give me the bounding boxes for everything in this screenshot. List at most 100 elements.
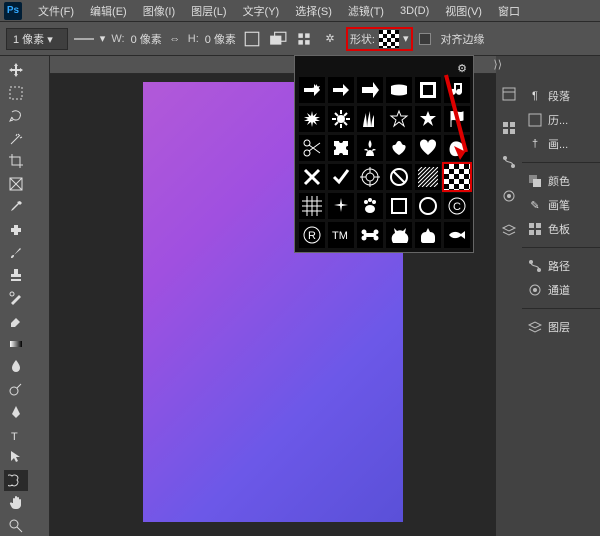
- shape-grid[interactable]: [299, 193, 325, 219]
- menu-file[interactable]: 文件(F): [30, 3, 82, 19]
- shape-bone[interactable]: [357, 222, 383, 248]
- panel-channels[interactable]: 通道: [522, 278, 600, 302]
- stroke-width-select[interactable]: 1 像素 ▾: [6, 28, 68, 50]
- align-edges-checkbox[interactable]: [419, 33, 431, 45]
- collapsed-panel-bar: [496, 56, 522, 536]
- hand-tool[interactable]: [4, 493, 28, 514]
- shape-square-outline[interactable]: [386, 193, 412, 219]
- shape-grass[interactable]: [357, 106, 383, 132]
- zoom-tool[interactable]: [4, 515, 28, 536]
- stroke-style-swatch[interactable]: [74, 38, 94, 40]
- shape-check[interactable]: [328, 164, 354, 190]
- shape-banner[interactable]: [386, 77, 412, 103]
- layers-panel-icon[interactable]: [501, 222, 517, 238]
- link-icon[interactable]: ⇔: [168, 32, 182, 46]
- paths-panel-icon[interactable]: [501, 154, 517, 170]
- shape-checker[interactable]: [444, 164, 470, 190]
- shape-paw[interactable]: [357, 193, 383, 219]
- swatches-panel-icon[interactable]: [501, 120, 517, 136]
- panel-swatches[interactable]: 色板: [522, 217, 600, 241]
- eraser-tool[interactable]: [4, 310, 28, 331]
- width-value[interactable]: 0 像素: [131, 31, 162, 47]
- shape-sparkle[interactable]: [328, 193, 354, 219]
- menu-select[interactable]: 选择(S): [287, 3, 340, 19]
- path-arrange-icon[interactable]: [268, 29, 288, 49]
- pen-tool[interactable]: [4, 401, 28, 422]
- channels-panel-icon[interactable]: [501, 188, 517, 204]
- height-value[interactable]: 0 像素: [205, 31, 236, 47]
- dodge-tool[interactable]: [4, 379, 28, 400]
- ruler-vertical[interactable]: [32, 56, 50, 536]
- menu-edit[interactable]: 编辑(E): [82, 3, 135, 19]
- shape-nosign[interactable]: [386, 164, 412, 190]
- menu-window[interactable]: 窗口: [490, 3, 528, 19]
- frame-tool[interactable]: [4, 174, 28, 195]
- shape-arrow3[interactable]: [357, 77, 383, 103]
- shape-registered[interactable]: R: [299, 222, 325, 248]
- shape-heart[interactable]: [415, 135, 441, 161]
- path-select-tool[interactable]: [4, 447, 28, 468]
- shape-tm[interactable]: TM: [328, 222, 354, 248]
- heal-tool[interactable]: [4, 219, 28, 240]
- history-brush-tool[interactable]: [4, 288, 28, 309]
- marquee-tool[interactable]: [4, 83, 28, 104]
- shape-fleur[interactable]: [357, 135, 383, 161]
- shape-music[interactable]: [444, 77, 470, 103]
- shape-flag[interactable]: [444, 106, 470, 132]
- path-options-icon[interactable]: [294, 29, 314, 49]
- shape-puzzle[interactable]: [328, 135, 354, 161]
- panel-color[interactable]: 颜色: [522, 162, 600, 193]
- panel-layers[interactable]: 图层: [522, 308, 600, 339]
- shape-picker-highlight: 形状: ▾: [346, 27, 413, 51]
- gear-icon[interactable]: ✲: [320, 29, 340, 49]
- menu-3d[interactable]: 3D(D): [392, 5, 437, 17]
- shape-burst2[interactable]: [328, 106, 354, 132]
- type-tool[interactable]: T: [4, 424, 28, 445]
- shape-x[interactable]: [299, 164, 325, 190]
- panel-brushes[interactable]: ✎画笔: [522, 193, 600, 217]
- stamp-tool[interactable]: [4, 265, 28, 286]
- history-panel-icon[interactable]: [501, 86, 517, 102]
- brush-tool[interactable]: [4, 242, 28, 263]
- shape-circle-outline[interactable]: [415, 193, 441, 219]
- shape-ornament[interactable]: [386, 135, 412, 161]
- shapes-grid: C R TM: [299, 77, 469, 248]
- shape-fish[interactable]: [444, 222, 470, 248]
- shape-burst1[interactable]: [299, 106, 325, 132]
- eyedropper-tool[interactable]: [4, 197, 28, 218]
- menu-view[interactable]: 视图(V): [437, 3, 490, 19]
- custom-shape-tool[interactable]: [4, 470, 28, 491]
- shape-arrow1[interactable]: [299, 77, 325, 103]
- shape-dog[interactable]: [415, 222, 441, 248]
- right-panels: ¶段落 历... †画... 颜色 ✎画笔 色板 路径 通道 图层: [522, 56, 600, 536]
- shape-arrow2[interactable]: [328, 77, 354, 103]
- shape-copyright[interactable]: C: [444, 193, 470, 219]
- custom-shapes-popup: ⚙ C R TM: [294, 55, 474, 253]
- shape-hatch[interactable]: [415, 164, 441, 190]
- gradient-tool[interactable]: [4, 333, 28, 354]
- lasso-tool[interactable]: [4, 106, 28, 127]
- shape-blob[interactable]: [444, 135, 470, 161]
- magic-wand-tool[interactable]: [4, 128, 28, 149]
- shape-cat[interactable]: [386, 222, 412, 248]
- shape-scissors[interactable]: [299, 135, 325, 161]
- menu-layer[interactable]: 图层(L): [183, 3, 234, 19]
- shape-star-outline[interactable]: [386, 106, 412, 132]
- move-tool[interactable]: [4, 60, 28, 81]
- panel-paths[interactable]: 路径: [522, 247, 600, 278]
- blur-tool[interactable]: [4, 356, 28, 377]
- crop-tool[interactable]: [4, 151, 28, 172]
- shape-frame[interactable]: [415, 77, 441, 103]
- shape-star-solid[interactable]: [415, 106, 441, 132]
- menu-image[interactable]: 图像(I): [135, 3, 183, 19]
- panel-history[interactable]: 历...: [522, 108, 600, 132]
- shape-swatch[interactable]: [379, 30, 399, 48]
- panel-paragraph[interactable]: ¶段落: [522, 84, 600, 108]
- shape-target[interactable]: [357, 164, 383, 190]
- popup-gear-icon[interactable]: ⚙: [457, 62, 467, 75]
- menu-type[interactable]: 文字(Y): [235, 3, 288, 19]
- menu-filter[interactable]: 滤镜(T): [340, 3, 392, 19]
- panel-brush-presets[interactable]: †画...: [522, 132, 600, 156]
- path-align-icon[interactable]: [242, 29, 262, 49]
- collapse-panels-icon[interactable]: ⟩⟩: [493, 58, 502, 71]
